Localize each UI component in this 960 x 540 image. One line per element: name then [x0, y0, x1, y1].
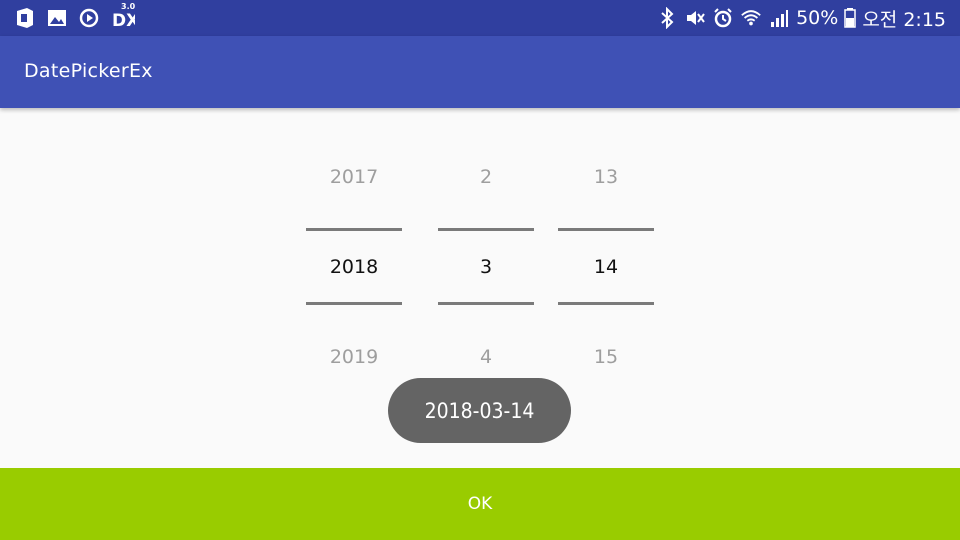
sync-icon — [78, 7, 100, 29]
selection-divider-top — [558, 228, 654, 231]
app-title: DatePickerEx — [24, 60, 153, 82]
month-selected-value[interactable]: 3 — [438, 256, 534, 278]
alarm-icon — [712, 7, 734, 29]
selection-divider-bottom — [306, 302, 402, 305]
day-next-value[interactable]: 15 — [558, 346, 654, 368]
day-prev-value[interactable]: 13 — [558, 166, 654, 188]
bluetooth-icon — [656, 7, 678, 29]
month-prev-value[interactable]: 2 — [438, 166, 534, 188]
signal-icon — [768, 7, 790, 29]
app-bar: DatePickerEx — [0, 36, 960, 108]
year-picker[interactable]: 2017 2018 2019 — [306, 150, 402, 380]
clock: 오전 2:15 — [862, 8, 946, 31]
battery-percent: 50% — [796, 7, 839, 29]
dx-icon: DX 3.0 — [110, 2, 136, 29]
month-next-value[interactable]: 4 — [438, 346, 534, 368]
notification-icons: DX 3.0 — [14, 2, 136, 30]
day-selected-value[interactable]: 14 — [558, 256, 654, 278]
selection-divider-top — [306, 228, 402, 231]
svg-text:DX: DX — [112, 11, 135, 29]
mute-icon — [684, 7, 706, 29]
year-selected-value[interactable]: 2018 — [306, 256, 402, 278]
dx-version-badge: 3.0 — [121, 2, 136, 11]
selection-divider-bottom — [438, 302, 534, 305]
selection-divider-top — [438, 228, 534, 231]
status-bar: DX 3.0 50% 오전 2:15 — [0, 0, 960, 36]
wifi-icon — [740, 7, 762, 29]
ok-button-label: OK — [467, 494, 493, 514]
toast-message: 2018-03-14 — [388, 378, 571, 443]
selection-divider-bottom — [558, 302, 654, 305]
year-next-value[interactable]: 2019 — [306, 346, 402, 368]
day-picker[interactable]: 13 14 15 — [558, 150, 654, 380]
system-icons: 50% 오전 2:15 — [656, 6, 946, 31]
year-prev-value[interactable]: 2017 — [306, 166, 402, 188]
ok-button[interactable]: OK — [0, 468, 960, 540]
image-icon — [46, 7, 68, 29]
battery-icon — [844, 7, 857, 29]
month-picker[interactable]: 2 3 4 — [438, 150, 534, 380]
office-icon — [14, 7, 36, 29]
